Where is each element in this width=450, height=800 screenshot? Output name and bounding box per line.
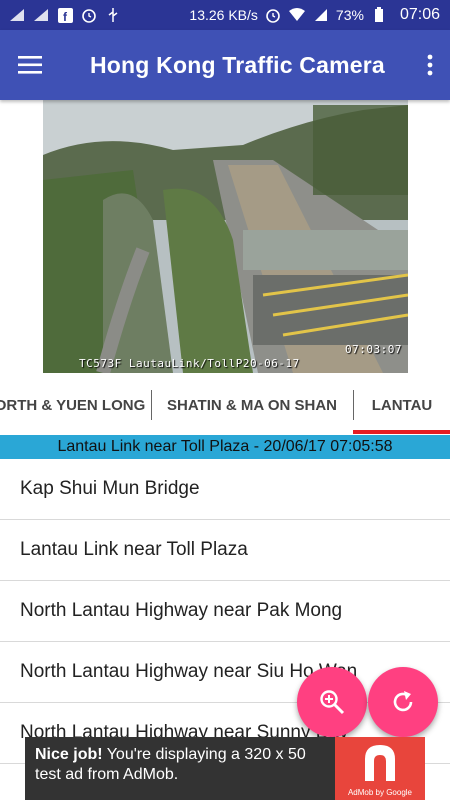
more-vert-icon[interactable] [410,30,450,100]
traffic-camera-image[interactable]: 07:03:07 TC573F LautauLink/TollP20-06-17 [43,100,408,373]
refresh-button[interactable] [368,667,438,737]
tab-shatin-ma-on-shan[interactable]: SHATIN & MA ON SHAN [152,375,352,435]
ad-headline: Nice job! [35,746,103,763]
signal-alert-icon [32,6,50,24]
zoom-button[interactable] [297,667,367,737]
alarm-icon-right [264,6,282,24]
list-item[interactable]: Kap Shui Mun Bridge [0,459,450,520]
camera-status-line: Lantau Link near Toll Plaza - 20/06/17 0… [0,435,450,459]
usb-icon [104,6,122,24]
hamburger-menu-icon[interactable] [0,30,60,100]
zoom-in-icon [320,690,345,715]
list-item[interactable]: North Lantau Highway near Pak Mong [0,581,450,642]
ad-banner[interactable]: Nice job! You're displaying a 320 x 50 t… [25,737,425,800]
admob-logo: AdMob by Google [335,737,425,800]
facebook-icon: f [56,6,74,24]
signal-icon [8,6,26,24]
ad-text: Nice job! You're displaying a 320 x 50 t… [25,737,335,800]
camera-scene [43,100,408,373]
camera-panel: 07:03:07 TC573F LautauLink/TollP20-06-17 [0,100,450,375]
camera-caption-id: TC573F LautauLink/TollP20-06-17 [79,357,300,370]
camera-caption-time: 07:03:07 [345,343,402,356]
alarm-icon [80,6,98,24]
network-speed: 13.26 KB/s [189,7,258,23]
admob-logo-icon [365,745,395,781]
app-bar: Hong Kong Traffic Camera [0,30,450,100]
app-title: Hong Kong Traffic Camera [90,51,385,78]
battery-icon [370,6,388,24]
battery-percent: 73% [335,7,364,23]
ad-logo-caption: AdMob by Google [347,788,413,797]
clock: 07:06 [399,6,440,23]
tab-north-yuen-long[interactable]: ORTH & YUEN LONG [0,375,150,435]
refresh-icon [393,691,413,712]
wifi-icon [288,6,306,24]
status-bar: f 13.26 KB/s 73% 07:06 [0,0,450,30]
cell-signal-icon [312,6,330,24]
region-tabs: ORTH & YUEN LONG SHATIN & MA ON SHAN LAN… [0,375,450,435]
list-item[interactable]: Lantau Link near Toll Plaza [0,520,450,581]
tab-indicator [353,430,450,434]
tab-lantau[interactable]: LANTAU [354,375,450,435]
